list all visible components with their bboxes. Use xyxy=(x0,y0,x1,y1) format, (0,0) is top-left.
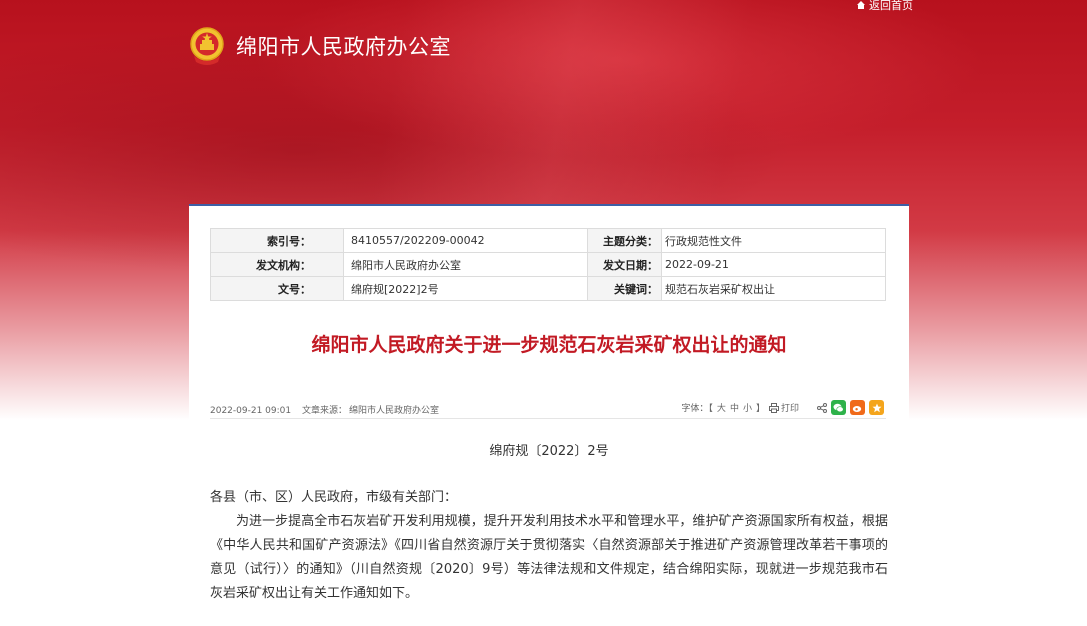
date-value: 2022-09-21 xyxy=(661,252,886,277)
topic-value: 行政规范性文件 xyxy=(661,228,886,253)
index-label: 索引号： xyxy=(210,228,344,253)
print-button[interactable]: 打印 xyxy=(768,401,799,414)
favorite-icon xyxy=(872,403,881,412)
topic-label: 主题分类： xyxy=(587,228,662,253)
keywords-label: 关键词： xyxy=(587,276,662,301)
share-icon xyxy=(817,402,827,413)
table-row: 文号： 绵府规[2022]2号 关键词： 规范石灰岩采矿权出让 xyxy=(210,276,886,301)
source-label: 文章来源： xyxy=(301,406,347,416)
weibo-icon xyxy=(852,405,862,412)
wechat-icon xyxy=(833,403,844,412)
article-title: 绵阳市人民政府关于进一步规范石灰岩采矿权出让的通知 xyxy=(311,334,787,356)
font-size-label: 字体：【 xyxy=(681,404,713,414)
document-number: 绵府规〔2022〕2号 xyxy=(489,444,609,459)
article-meta: 2022-09-21 09:01 文章来源： 绵阳市人民政府办公室 xyxy=(210,403,447,416)
publish-datetime: 2022-09-21 09:01 xyxy=(210,406,292,416)
issuer-label: 发文机构： xyxy=(210,252,344,277)
content-panel: 索引号： 8410557/202209-00042 主题分类： 行政规范性文件 … xyxy=(189,204,909,626)
site-title: 绵阳市人民政府办公室 xyxy=(236,35,451,59)
home-link-label: 返回首页 xyxy=(869,0,913,12)
favorite-button[interactable] xyxy=(869,400,884,415)
site-logo[interactable]: 绵阳市人民政府办公室 xyxy=(188,26,451,66)
body-paragraph: 为进一步提高全市石灰岩矿开发利用规模，提升开发利用技术水平和管理水平，维护矿产资… xyxy=(210,514,888,601)
docno-value: 绵府规[2022]2号 xyxy=(343,276,588,301)
index-value: 8410557/202209-00042 xyxy=(343,228,588,253)
table-row: 索引号： 8410557/202209-00042 主题分类： 行政规范性文件 xyxy=(210,228,886,253)
document-meta-table: 索引号： 8410557/202209-00042 主题分类： 行政规范性文件 … xyxy=(210,228,886,301)
table-row: 发文机构： 绵阳市人民政府办公室 发文日期： 2022-09-21 xyxy=(210,252,886,277)
font-large-button[interactable]: 大 xyxy=(717,401,726,414)
source-value: 绵阳市人民政府办公室 xyxy=(349,406,440,416)
article-tools: 字体：【 大 中 小 】 打印 xyxy=(681,400,884,415)
wechat-share-button[interactable] xyxy=(831,400,846,415)
home-link[interactable]: 返回首页 xyxy=(856,0,913,13)
home-icon xyxy=(857,1,865,9)
salutation: 各县（市、区）人民政府，市级有关部门： xyxy=(210,490,458,505)
font-small-button[interactable]: 小 xyxy=(743,401,752,414)
keywords-value: 规范石灰岩采矿权出让 xyxy=(661,276,886,301)
issuer-value: 绵阳市人民政府办公室 xyxy=(343,252,588,277)
font-size-close: 】 xyxy=(755,404,765,414)
article-body: 各县（市、区）人民政府，市级有关部门： 为进一步提高全市石灰岩矿开发利用规模，提… xyxy=(210,486,888,606)
print-icon xyxy=(768,402,779,413)
print-label: 打印 xyxy=(780,404,799,414)
date-label: 发文日期： xyxy=(587,252,662,277)
docno-label: 文号： xyxy=(210,276,344,301)
article-info-bar: 2022-09-21 09:01 文章来源： 绵阳市人民政府办公室 字体：【 大 … xyxy=(210,400,886,419)
weibo-share-button[interactable] xyxy=(850,400,865,415)
font-medium-button[interactable]: 中 xyxy=(730,401,739,414)
national-emblem-icon xyxy=(190,27,224,65)
